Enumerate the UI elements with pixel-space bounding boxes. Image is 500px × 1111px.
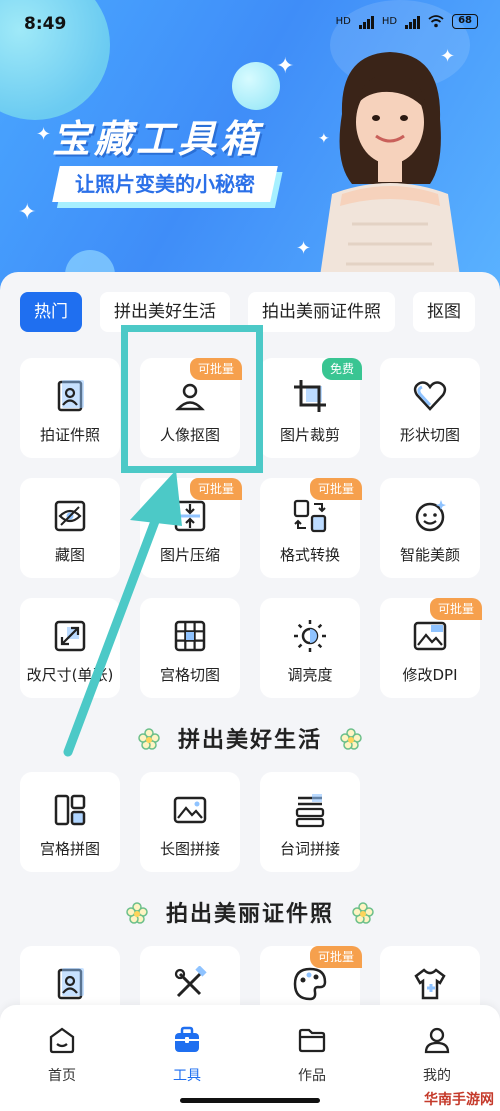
compress-icon	[174, 500, 206, 532]
tool-label: 调亮度	[287, 666, 333, 684]
decor-bubble	[232, 62, 280, 110]
network-type: HD	[381, 16, 398, 27]
status-icons: HD HD 68	[336, 14, 478, 29]
home-icon	[49, 1027, 75, 1054]
tool-label: 宫格拼图	[39, 840, 100, 858]
tool-label: 拍证件照	[39, 426, 100, 444]
tool-dpi[interactable]: 可批量 修改DPI	[380, 598, 482, 698]
wifi-icon	[428, 15, 444, 28]
tools-icon	[174, 966, 207, 998]
tool-label: 智能美颜	[399, 546, 460, 564]
outfit-icon	[414, 968, 446, 1000]
hide-image-icon	[54, 500, 86, 532]
tool-label: 图片裁剪	[279, 426, 340, 444]
tool-crop[interactable]: 免费 图片裁剪	[260, 358, 362, 458]
palette-icon	[293, 967, 327, 1001]
flower-icon	[138, 728, 160, 750]
batch-badge: 可批量	[189, 478, 242, 500]
sparkle-icon: ✦	[18, 200, 37, 225]
tool-grid-cut[interactable]: 宫格切图	[140, 598, 240, 698]
free-badge: 免费	[321, 358, 362, 380]
tab-hot[interactable]: 热门	[20, 292, 82, 332]
tool-resize[interactable]: 改尺寸(单张)	[20, 598, 120, 698]
section-title: 拍出美丽证件照	[165, 902, 334, 927]
nav-label: 作品	[298, 1068, 326, 1084]
signal-icon	[358, 15, 374, 29]
sparkle-icon: ✦	[296, 238, 312, 259]
tool-format-convert[interactable]: 可批量 格式转换	[260, 478, 362, 578]
home-indicator[interactable]	[180, 1098, 320, 1103]
banner-title: 宝藏工具箱	[52, 117, 263, 161]
nav-label: 我的	[423, 1068, 451, 1084]
tool-subtitle-stitch[interactable]: 台词拼接	[260, 772, 360, 872]
tool-label: 修改DPI	[402, 666, 458, 684]
sparkle-icon: ✦	[36, 124, 52, 145]
nav-tools[interactable]: 工具	[137, 1025, 237, 1085]
profile-icon	[424, 1027, 450, 1054]
tool-shape-cut[interactable]: 形状切图	[380, 358, 480, 458]
flower-icon	[352, 902, 374, 924]
nav-label: 首页	[48, 1068, 76, 1084]
nav-home[interactable]: 首页	[12, 1025, 112, 1085]
nav-works[interactable]: 作品	[262, 1025, 362, 1085]
tab-id-photo[interactable]: 拍出美丽证件照	[248, 292, 395, 332]
tool-label: 宫格切图	[159, 666, 220, 684]
tool-label: 形状切图	[399, 426, 460, 444]
tool-label: 图片压缩	[159, 546, 220, 564]
heart-shape-icon	[413, 381, 447, 411]
network-type: HD	[335, 16, 351, 27]
banner-subtitle-box: 让照片变美的小秘密	[52, 166, 283, 208]
subtitle-stitch-icon	[295, 794, 325, 828]
tool-compress[interactable]: 可批量 图片压缩	[140, 478, 242, 578]
format-convert-icon	[293, 499, 327, 533]
tool-label: 台词拼接	[279, 840, 340, 858]
tool-label: 藏图	[54, 546, 85, 564]
highlight-box	[121, 325, 263, 473]
flower-icon	[340, 728, 362, 750]
status-time: 8:49	[24, 14, 67, 34]
tool-grid-collage[interactable]: 宫格拼图	[20, 772, 120, 872]
grid-collage-icon	[54, 794, 86, 826]
banner-subtitle: 让照片变美的小秘密	[75, 172, 255, 196]
tool-smart-beauty[interactable]: 智能美颜	[380, 478, 480, 578]
smart-beauty-icon	[415, 500, 446, 532]
sparkle-icon: ✦	[276, 54, 295, 79]
model-portrait-image	[318, 52, 462, 290]
section-header-id-photo: 拍出美丽证件照	[0, 896, 500, 928]
dpi-icon	[413, 621, 447, 651]
nav-profile[interactable]: 我的	[387, 1025, 487, 1085]
section-title: 拼出美好生活	[177, 728, 322, 753]
header-banner: ✦ ✦ ✦ ✦ ✦ ✦ 8:49 HD HD 68 宝藏工具箱 让照片变美的小秘…	[0, 0, 500, 290]
section-header-collage: 拼出美好生活	[0, 722, 500, 754]
tool-brightness[interactable]: 调亮度	[260, 598, 360, 698]
long-image-icon	[173, 796, 207, 824]
tool-label: 改尺寸(单张)	[26, 666, 114, 684]
tool-long-image[interactable]: 长图拼接	[140, 772, 240, 872]
flower-icon	[126, 902, 148, 924]
batch-badge: 可批量	[309, 478, 362, 500]
tool-label: 格式转换	[279, 546, 340, 564]
id-card-icon	[57, 968, 84, 1000]
signal-icon	[405, 15, 421, 29]
toolbox-icon	[175, 1026, 199, 1052]
tool-id-photo[interactable]: 拍证件照	[20, 358, 120, 458]
nav-label: 工具	[173, 1068, 201, 1084]
resize-icon	[54, 620, 86, 652]
tool-hide-image[interactable]: 藏图	[20, 478, 120, 578]
grid-cut-icon	[174, 620, 206, 652]
tool-label: 长图拼接	[159, 840, 220, 858]
folder-icon	[298, 1028, 326, 1053]
batch-badge: 可批量	[429, 598, 482, 620]
tab-cutout[interactable]: 抠图	[413, 292, 475, 332]
batch-badge: 可批量	[309, 946, 362, 968]
brightness-icon	[294, 620, 326, 652]
watermark: 华南手游网	[424, 1092, 494, 1108]
crop-icon	[294, 380, 326, 412]
battery-icon: 68	[452, 14, 478, 29]
id-photo-icon	[57, 380, 84, 412]
